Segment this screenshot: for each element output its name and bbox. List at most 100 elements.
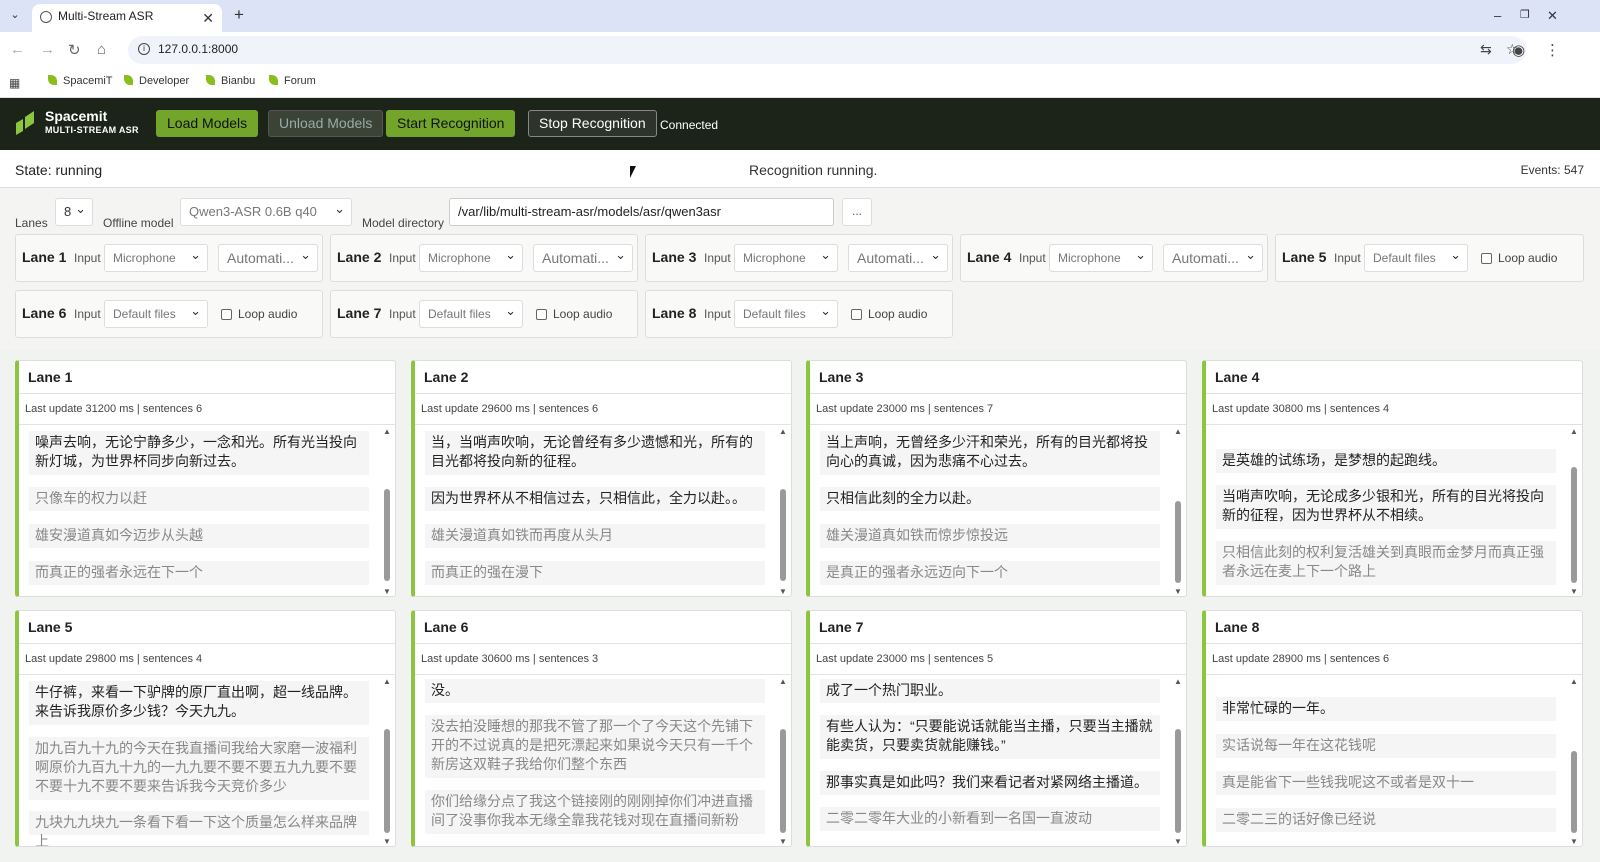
scroll-up-icon[interactable]: ▲ — [779, 677, 787, 686]
scrollbar[interactable]: ▲ ▼ — [779, 427, 787, 596]
bookmark-developer[interactable]: Developer — [124, 75, 189, 87]
new-tab-icon[interactable]: + — [234, 5, 244, 25]
browser-tab[interactable]: Multi-Stream ASR ✕ — [32, 4, 222, 32]
scrollbar[interactable]: ▲ ▼ — [1570, 677, 1578, 846]
apps-grid-icon[interactable]: ▦ — [9, 76, 20, 90]
scroll-down-icon[interactable]: ▼ — [383, 837, 391, 846]
menu-dots-icon[interactable]: ⋮ — [1545, 41, 1560, 59]
lane-4-mode-select[interactable]: Automati... — [1163, 244, 1263, 272]
scroll-down-icon[interactable]: ▼ — [1570, 837, 1578, 846]
lane-control-6: Lane 6 Input Default files Loop audio — [15, 290, 323, 338]
scroll-down-icon[interactable]: ▼ — [779, 587, 787, 596]
restore-icon[interactable]: ❐ — [1520, 8, 1530, 21]
browse-directory-button[interactable]: ... — [842, 198, 872, 226]
scroll-down-icon[interactable]: ▼ — [383, 587, 391, 596]
back-icon[interactable]: ← — [10, 41, 25, 58]
scroll-up-icon[interactable]: ▲ — [383, 427, 391, 436]
scroll-down-icon[interactable]: ▼ — [779, 837, 787, 846]
lane-8-input-select[interactable]: Default files — [734, 300, 838, 328]
lane-8-loop-checkbox[interactable]: Loop audio — [851, 307, 927, 321]
lane-5-input-select[interactable]: Default files — [1364, 244, 1468, 272]
loop-label: Loop audio — [553, 307, 613, 321]
lane-panel-5: Lane 5 Last update 29800 ms | sentences … — [15, 610, 396, 847]
scroll-down-icon[interactable]: ▼ — [1570, 587, 1578, 596]
lane-3-input-select[interactable]: Microphone — [734, 244, 838, 272]
transcript-segment: 而真正的强者永远在下一个 — [29, 561, 369, 585]
lane-3-mode-select[interactable]: Automati... — [848, 244, 948, 272]
site-info-icon[interactable]: i — [138, 43, 150, 55]
close-tab-icon[interactable]: ✕ — [202, 6, 214, 30]
bookmark-bianbu[interactable]: Bianbu — [206, 75, 255, 87]
scrollbar[interactable]: ▲ ▼ — [779, 677, 787, 846]
bookmark-spacemit[interactable]: SpacemiT — [48, 75, 113, 87]
unload-models-button[interactable]: Unload Models — [268, 110, 384, 137]
scrollbar[interactable]: ▲ ▼ — [383, 427, 391, 596]
lane-control-1: Lane 1 Input Microphone Automati... — [15, 234, 323, 282]
offline-model-select[interactable]: Qwen3-ASR 0.6B q40 — [180, 198, 352, 226]
transcript-segment: 当，当哨声吹响，无论曾经有多少遗憾和光，所有的目光都将投向新的征程。 — [425, 431, 765, 475]
transcript-list[interactable]: 是英雄的试练场，是梦想的起跑线。 当哨声吹响，无论成多少银和光，所有的目光将投向… — [1206, 424, 1582, 596]
scroll-up-icon[interactable]: ▲ — [1174, 427, 1182, 436]
scroll-up-icon[interactable]: ▲ — [1570, 427, 1578, 436]
scrollbar[interactable]: ▲ ▼ — [1174, 677, 1182, 846]
home-icon[interactable]: ⌂ — [97, 41, 106, 58]
scroll-up-icon[interactable]: ▲ — [383, 677, 391, 686]
transcript-list[interactable]: 没。 没去拍没睡想的那我不管了那一个了今天这个先铺下开的不过说真的是把死漂起来如… — [415, 674, 791, 846]
transcript-list[interactable]: 成了一个热门职业。 有些人认为：“只要能说话就能当主播，只要当主播就能卖货，只要… — [810, 674, 1186, 846]
lane-6-loop-checkbox[interactable]: Loop audio — [221, 307, 297, 321]
lane-7-loop-checkbox[interactable]: Loop audio — [536, 307, 612, 321]
tab-title: Multi-Stream ASR — [58, 9, 154, 23]
scrollbar[interactable]: ▲ ▼ — [1570, 427, 1578, 596]
lane-6-input-select[interactable]: Default files — [104, 300, 208, 328]
minimize-icon[interactable]: – — [1494, 8, 1501, 23]
lane-control-title: Lane 2 — [337, 249, 382, 265]
leaf-icon — [124, 75, 133, 85]
transcript-segment: 雄关漫道真如铁而惊步惊投远 — [820, 524, 1160, 548]
lane-1-mode-select[interactable]: Automati... — [218, 244, 318, 272]
checkbox-icon — [221, 309, 232, 320]
transcript-list[interactable]: 非常忙碌的一年。 实话说每一年在这花钱呢 真是能省下一些钱我呢这不或者是双十一 … — [1206, 674, 1582, 846]
transcript-list[interactable]: 牛仔裤，来看一下驴牌的原厂直出啊，超一线品牌。来告诉我原价多少钱？今天九九。 加… — [19, 674, 395, 846]
checkbox-icon — [851, 309, 862, 320]
transcript-segment: 当上声响，无曾经多少汗和荣光，所有的目光都将投向心的真诚，因为悲痛不心过去。 — [820, 431, 1160, 475]
transcript-list[interactable]: 噪声去响，无论宁静多少，一念和光。所有光当投向新灯城，为世界杯同步向新过去。 只… — [19, 424, 395, 596]
scroll-up-icon[interactable]: ▲ — [1570, 677, 1578, 686]
transcript-list[interactable]: 当上声响，无曾经多少汗和荣光，所有的目光都将投向心的真诚，因为悲痛不心过去。 只… — [810, 424, 1186, 596]
url-field[interactable]: i 127.0.0.1:8000 ⇆ ☆ — [128, 36, 1526, 64]
scrollbar[interactable]: ▲ ▼ — [383, 677, 391, 846]
loop-label: Loop audio — [868, 307, 928, 321]
start-recognition-button[interactable]: Start Recognition — [386, 110, 516, 137]
scroll-up-icon[interactable]: ▲ — [779, 427, 787, 436]
scrollbar[interactable]: ▲ ▼ — [1174, 427, 1182, 596]
input-label: Input — [389, 307, 416, 321]
scroll-up-icon[interactable]: ▲ — [1174, 677, 1182, 686]
lane-2-input-select[interactable]: Microphone — [419, 244, 523, 272]
lanes-select[interactable]: 8 — [55, 198, 93, 226]
lane-2-mode-select[interactable]: Automati... — [533, 244, 633, 272]
model-directory-input[interactable]: /var/lib/multi-stream-asr/models/asr/qwe… — [449, 198, 834, 226]
translate-icon[interactable]: ⇆ — [1480, 41, 1492, 58]
lane-panel-4: Lane 4 Last update 30800 ms | sentences … — [1202, 360, 1583, 597]
tab-search-icon[interactable]: ⌄ — [6, 8, 24, 24]
load-models-button[interactable]: Load Models — [156, 110, 259, 137]
stop-recognition-button[interactable]: Stop Recognition — [528, 110, 657, 137]
window-close-icon[interactable]: ✕ — [1547, 8, 1558, 24]
lane-7-input-select[interactable]: Default files — [419, 300, 523, 328]
forward-icon[interactable]: → — [40, 41, 55, 58]
profile-icon[interactable]: ◉ — [1512, 41, 1525, 59]
lane-5-loop-checkbox[interactable]: Loop audio — [1481, 251, 1557, 265]
input-label: Input — [1019, 251, 1046, 265]
lane-control-title: Lane 7 — [337, 305, 382, 321]
lanes-label: Lanes — [15, 216, 48, 230]
browser-tab-strip: ⌄ Multi-Stream ASR ✕ + – ❐ ✕ — [0, 0, 1600, 32]
bookmarks-bar: ▦ SpacemiT Developer Bianbu Forum — [0, 68, 1600, 98]
transcript-segment: 雄安漫道真如今迈步从头越 — [29, 524, 369, 548]
input-label: Input — [389, 251, 416, 265]
bookmark-forum[interactable]: Forum — [269, 75, 316, 87]
scroll-down-icon[interactable]: ▼ — [1174, 837, 1182, 846]
scroll-down-icon[interactable]: ▼ — [1174, 587, 1182, 596]
transcript-list[interactable]: 当，当哨声吹响，无论曾经有多少遗憾和光，所有的目光都将投向新的征程。 因为世界杯… — [415, 424, 791, 596]
lane-4-input-select[interactable]: Microphone — [1049, 244, 1153, 272]
lane-1-input-select[interactable]: Microphone — [104, 244, 208, 272]
reload-icon[interactable]: ↻ — [68, 41, 81, 59]
